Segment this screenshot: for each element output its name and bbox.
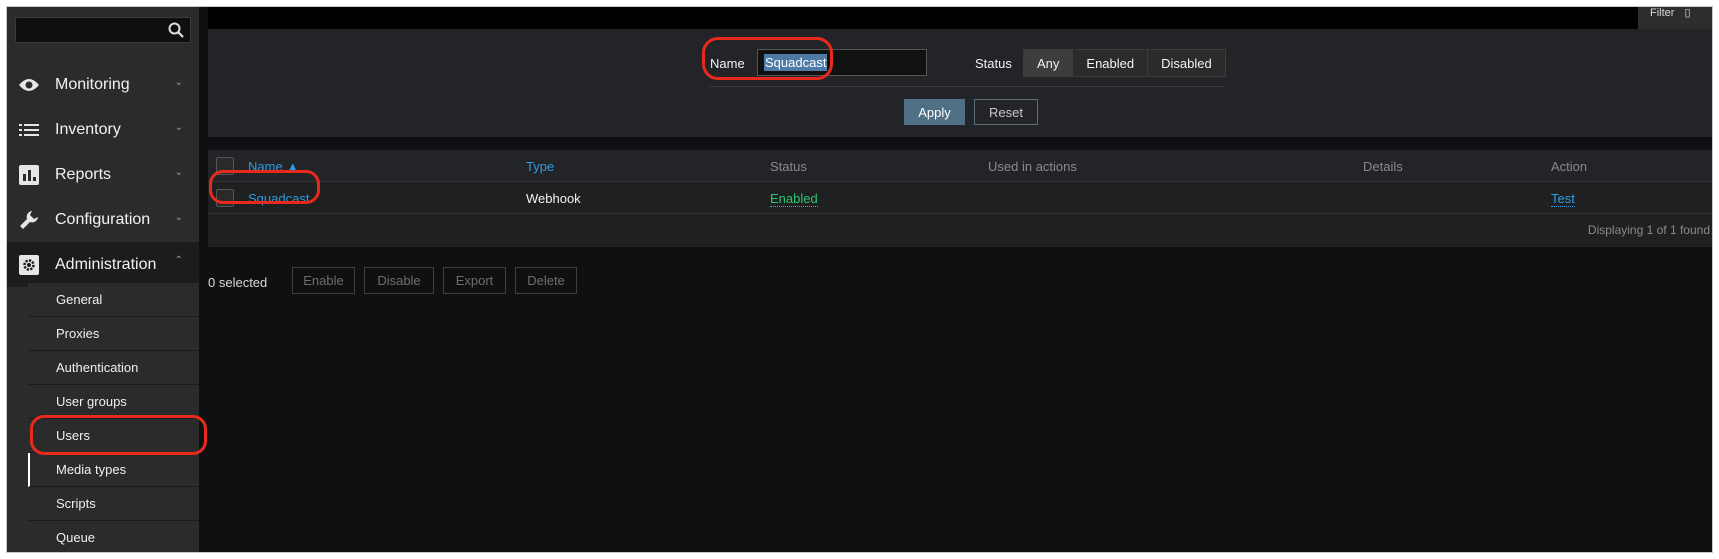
filter-divider — [710, 86, 1224, 87]
submenu-authentication[interactable]: Authentication — [28, 351, 199, 385]
menu-reports-label: Reports — [55, 165, 112, 183]
gear-icon — [17, 253, 41, 277]
column-header-status: Status — [770, 159, 807, 174]
chevron-up-icon: ⌃ — [174, 255, 183, 266]
submenu-queue[interactable]: Queue — [28, 521, 199, 552]
disable-button[interactable]: Disable — [364, 267, 434, 294]
chevron-down-icon: ⌄ — [174, 122, 183, 133]
eye-icon — [17, 73, 41, 97]
status-filter-label: Status — [975, 56, 1012, 71]
column-header-details: Details — [1363, 159, 1403, 174]
column-header-type[interactable]: Type — [526, 159, 554, 174]
submenu-general[interactable]: General — [28, 283, 199, 317]
menu-inventory-label: Inventory — [55, 120, 121, 138]
submenu-media-types[interactable]: Media types — [28, 453, 199, 487]
menu-inventory[interactable]: Inventory ⌄ — [7, 107, 199, 152]
filter-tab[interactable]: Filter ▯ — [1638, 7, 1712, 29]
top-bar: Filter ▯ — [208, 7, 1712, 29]
row-status-link[interactable]: Enabled — [770, 191, 818, 207]
main-content: Filter ▯ Name Squadcast Status Any Enable… — [208, 7, 1712, 552]
chevron-down-icon: ⌄ — [174, 77, 183, 88]
delete-button[interactable]: Delete — [515, 267, 577, 294]
administration-submenu: General Proxies Authentication User grou… — [28, 283, 199, 552]
wrench-icon — [17, 208, 41, 232]
status-option-disabled[interactable]: Disabled — [1148, 50, 1225, 76]
submenu-scripts[interactable]: Scripts — [28, 487, 199, 521]
row-checkbox[interactable] — [216, 189, 234, 207]
menu-administration-label: Administration — [55, 255, 157, 273]
chevron-down-icon: ⌄ — [174, 167, 183, 178]
search-icon[interactable] — [167, 21, 185, 39]
sidebar: Monitoring ⌄ Inventory ⌄ Reports ⌄ Confi… — [7, 7, 199, 552]
menu-monitoring-label: Monitoring — [55, 75, 130, 93]
reset-button[interactable]: Reset — [974, 99, 1038, 125]
submenu-user-groups[interactable]: User groups — [28, 385, 199, 419]
media-types-table: Name ▲ Type Status Used in actions Detai… — [208, 150, 1712, 247]
list-icon — [17, 118, 41, 142]
submenu-proxies[interactable]: Proxies — [28, 317, 199, 351]
export-button[interactable]: Export — [443, 267, 506, 294]
column-header-action: Action — [1551, 159, 1588, 174]
select-all-checkbox[interactable] — [216, 157, 234, 175]
name-filter-label: Name — [710, 56, 745, 71]
table-row: Squadcast Webhook Enabled Test — [208, 182, 1712, 214]
filter-panel: Name Squadcast Status Any Enabled Disabl… — [208, 29, 1712, 137]
submenu-users[interactable]: Users — [28, 419, 199, 453]
name-filter-value: Squadcast — [764, 54, 828, 71]
table-header-row: Name ▲ Type Status Used in actions Detai… — [208, 150, 1712, 182]
menu-reports[interactable]: Reports ⌄ — [7, 152, 199, 197]
app-window: Monitoring ⌄ Inventory ⌄ Reports ⌄ Confi… — [6, 6, 1713, 553]
enable-button[interactable]: Enable — [292, 267, 355, 294]
bar-chart-icon — [17, 163, 41, 187]
menu-configuration[interactable]: Configuration ⌄ — [7, 197, 199, 242]
filter-icon: ▯ — [1684, 7, 1691, 19]
status-option-any[interactable]: Any — [1024, 50, 1074, 76]
row-test-link[interactable]: Test — [1551, 191, 1575, 207]
status-filter-group: Any Enabled Disabled — [1023, 49, 1226, 77]
selected-count: 0 selected — [208, 275, 268, 290]
status-option-enabled[interactable]: Enabled — [1073, 50, 1149, 76]
column-header-used-in-actions: Used in actions — [988, 159, 1077, 174]
chevron-down-icon: ⌄ — [174, 212, 183, 223]
menu-administration[interactable]: Administration ⌃ — [7, 242, 199, 287]
apply-button[interactable]: Apply — [904, 99, 965, 125]
search-input[interactable] — [15, 17, 191, 43]
row-name-link[interactable]: Squadcast — [248, 191, 309, 206]
menu-monitoring[interactable]: Monitoring ⌄ — [7, 62, 199, 107]
filter-tab-label: Filter — [1650, 7, 1675, 19]
menu-configuration-label: Configuration — [55, 210, 151, 228]
column-header-name[interactable]: Name ▲ — [248, 159, 299, 174]
name-filter-input[interactable]: Squadcast — [757, 49, 927, 76]
row-type: Webhook — [526, 191, 581, 206]
table-footer-count: Displaying 1 of 1 found — [1587, 223, 1710, 237]
